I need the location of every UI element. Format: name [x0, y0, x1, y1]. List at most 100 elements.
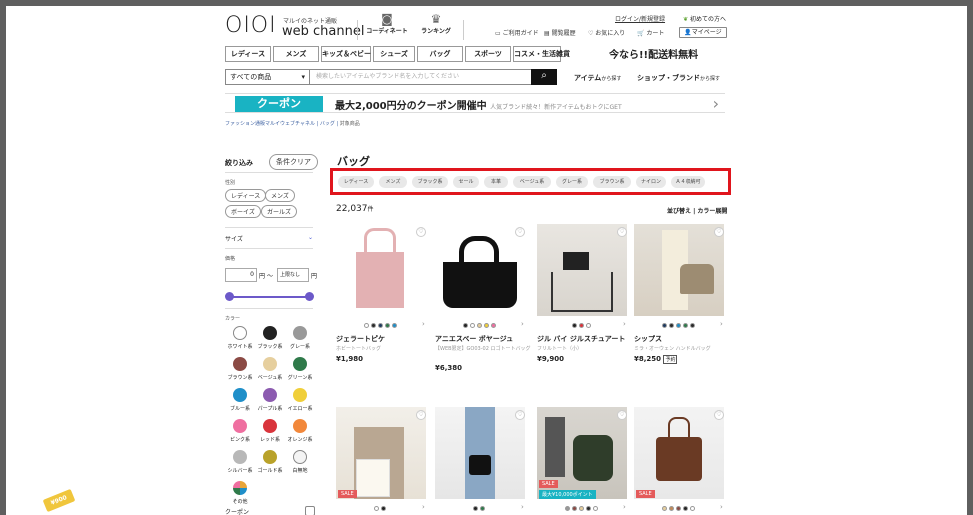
color-view-button[interactable]: カラー展開 — [697, 208, 727, 215]
color-variant-dot[interactable] — [381, 506, 386, 511]
product-image[interactable] — [435, 407, 525, 499]
color-variant-dot[interactable] — [363, 323, 369, 328]
color-variant-dot[interactable] — [592, 506, 598, 511]
product-brand[interactable]: ジル バイ ジルスチュアート — [537, 334, 625, 344]
color-swatch[interactable] — [293, 388, 307, 402]
chevron-right-icon[interactable]: › — [521, 503, 524, 511]
color-swatch[interactable] — [233, 450, 247, 464]
color-variant-dot[interactable] — [374, 506, 379, 511]
color-swatch[interactable] — [263, 419, 277, 433]
color-swatch[interactable] — [293, 450, 307, 464]
mypage-button[interactable]: 👤マイページ — [679, 27, 727, 38]
color-variant-dot[interactable] — [490, 323, 496, 328]
gender-boys[interactable]: ボーイズ — [225, 205, 261, 218]
product-image[interactable] — [537, 224, 627, 316]
color-variant-dot[interactable] — [682, 506, 688, 511]
color-variant-dot[interactable] — [571, 323, 577, 328]
tag-brown[interactable]: ブラウン系 — [593, 176, 631, 188]
tab-mens[interactable]: メンズ — [273, 46, 319, 62]
chevron-right-icon[interactable]: › — [623, 320, 626, 328]
favorite-link[interactable]: ♡ お気に入り — [588, 28, 625, 37]
tag-black[interactable]: ブラック系 — [412, 176, 448, 188]
breadcrumb-links[interactable]: ファッション通販マルイウェブチャネル | バッグ | — [225, 121, 338, 127]
color-swatch[interactable] — [263, 388, 277, 402]
color-variant-dot[interactable] — [689, 323, 695, 328]
color-variant-dot[interactable] — [668, 506, 674, 511]
chevron-right-icon[interactable]: › — [720, 320, 723, 328]
product-brand[interactable]: アニエスベー ボヤージュ — [435, 334, 513, 344]
color-variant-dot[interactable] — [585, 323, 591, 328]
gender-ladies[interactable]: レディース — [225, 189, 267, 202]
tab-ladies[interactable]: レディース — [225, 46, 271, 62]
coupon-button[interactable]: クーポン — [235, 96, 323, 112]
price-slider-track[interactable] — [229, 296, 309, 298]
history-link[interactable]: ▤ 閲覧履歴 — [544, 28, 576, 37]
chevron-right-icon[interactable]: › — [422, 320, 425, 328]
price-min-input[interactable]: 0 — [225, 268, 257, 282]
coupon-banner[interactable]: クーポン 最大2,000円分のクーポン開催中 人気ブランド続々！新作アイテムもお… — [225, 93, 725, 113]
color-swatch[interactable] — [233, 388, 247, 402]
color-variant-dot[interactable] — [661, 323, 667, 328]
favorite-heart-icon[interactable]: ♡ — [714, 410, 724, 420]
chevron-right-icon[interactable]: › — [623, 503, 626, 511]
color-variant-dot[interactable] — [564, 506, 570, 511]
price-tag-badge[interactable]: ¥900 — [42, 488, 76, 513]
product-image[interactable] — [336, 224, 426, 316]
search-button[interactable]: ⌕ — [531, 69, 557, 85]
size-filter[interactable]: サイズ ⌄ — [225, 234, 313, 243]
color-swatch[interactable] — [293, 326, 307, 340]
chevron-right-icon[interactable]: › — [521, 320, 524, 328]
color-variant-dot[interactable] — [571, 506, 577, 511]
color-swatch[interactable] — [263, 326, 277, 340]
color-swatch[interactable] — [233, 419, 247, 433]
color-variant-dot[interactable] — [370, 323, 376, 328]
color-variant-dot[interactable] — [462, 323, 468, 328]
color-variant-dot[interactable] — [391, 323, 397, 328]
product-image[interactable] — [435, 224, 525, 316]
color-variant-dot[interactable] — [675, 506, 681, 511]
price-max-input[interactable]: 上限なし — [277, 268, 309, 282]
item-search-link[interactable]: アイテムから探す — [574, 73, 621, 83]
coordinate-link[interactable]: ◙ コーディネート — [365, 13, 409, 36]
shop-search-link[interactable]: ショップ・ブランドから探す — [637, 73, 720, 83]
product-brand[interactable]: シップス — [634, 334, 662, 344]
coupon-filter-checkbox[interactable] — [305, 506, 315, 515]
product-brand[interactable]: ジェラートピケ — [336, 334, 385, 344]
tag-a4[interactable]: Ａ４収納可 — [671, 176, 705, 188]
tag-leather[interactable]: 本革 — [484, 176, 508, 188]
color-variant-dot[interactable] — [377, 323, 383, 328]
favorite-heart-icon[interactable]: ♡ — [416, 227, 426, 237]
tab-cosme[interactable]: コスメ・生活雑貨 — [513, 46, 570, 62]
favorite-heart-icon[interactable]: ♡ — [617, 227, 627, 237]
cart-link[interactable]: 🛒 カート — [637, 28, 664, 37]
clear-filters-button[interactable]: 条件クリア — [269, 154, 318, 170]
product-image[interactable] — [336, 407, 426, 499]
color-variant-dot[interactable] — [668, 323, 674, 328]
favorite-heart-icon[interactable]: ♡ — [617, 410, 627, 420]
color-swatch[interactable] — [233, 357, 247, 371]
tab-sports[interactable]: スポーツ — [465, 46, 511, 62]
tag-mens[interactable]: メンズ — [379, 176, 407, 188]
color-variant-dot[interactable] — [578, 323, 584, 328]
color-swatch[interactable] — [233, 481, 247, 495]
color-variant-dot[interactable] — [585, 506, 591, 511]
tab-kids[interactable]: キッズ＆ベビー — [321, 46, 371, 62]
color-variant-dot[interactable] — [384, 323, 390, 328]
color-variant-dot[interactable] — [480, 506, 485, 511]
color-swatch[interactable] — [263, 450, 277, 464]
tag-gray[interactable]: グレー系 — [556, 176, 588, 188]
tag-sale[interactable]: セール — [453, 176, 479, 188]
color-variant-dot[interactable] — [476, 323, 482, 328]
chevron-right-icon[interactable]: › — [422, 503, 425, 511]
sort-button[interactable]: 並び替え — [667, 208, 691, 215]
search-scope-select[interactable]: すべての商品 ▾ — [226, 70, 310, 84]
gender-girls[interactable]: ガールズ — [261, 205, 298, 218]
tag-beige[interactable]: ベージュ系 — [513, 176, 551, 188]
color-variant-dot[interactable] — [483, 323, 489, 328]
color-variant-dot[interactable] — [473, 506, 478, 511]
color-variant-dot[interactable] — [675, 323, 681, 328]
favorite-heart-icon[interactable]: ♡ — [515, 410, 525, 420]
color-swatch[interactable] — [233, 326, 247, 340]
tag-nylon[interactable]: ナイロン — [636, 176, 666, 188]
product-image[interactable] — [634, 224, 724, 316]
